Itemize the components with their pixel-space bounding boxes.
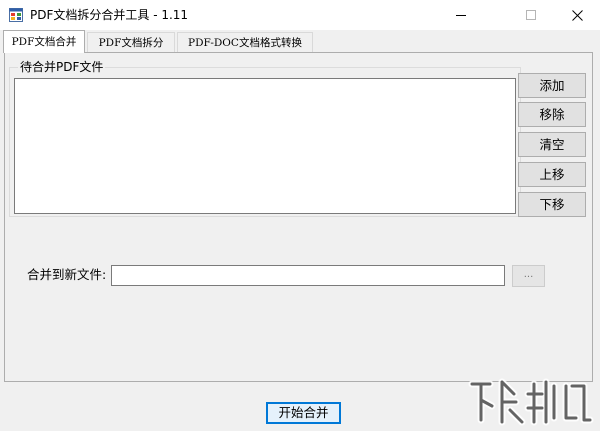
move-down-button[interactable]: 下移: [518, 192, 586, 217]
window-title: PDF文档拆分合并工具 - 1.11: [30, 8, 189, 22]
tab-pdf-split[interactable]: PDF文档拆分: [87, 32, 175, 52]
app-window: PDF文档拆分合并工具 - 1.11 PDF文档合并 PDF文档拆分 PDF-D…: [0, 0, 600, 431]
merge-tab-page: 待合并PDF文件 添加 移除 清空 上移 下移 合并到新文件: ...: [4, 52, 593, 382]
start-merge-button[interactable]: 开始合并: [266, 402, 341, 424]
move-up-button[interactable]: 上移: [518, 162, 586, 187]
close-icon: [571, 9, 583, 21]
pending-files-group: 待合并PDF文件: [9, 59, 521, 217]
add-file-button[interactable]: 添加: [518, 73, 586, 98]
minimize-icon: [456, 10, 466, 20]
tab-pdf-doc-convert[interactable]: PDF-DOC文档格式转换: [177, 32, 313, 52]
remove-file-button[interactable]: 移除: [518, 102, 586, 127]
clear-files-button[interactable]: 清空: [518, 132, 586, 157]
output-file-input[interactable]: [111, 265, 505, 286]
app-window-icon: [9, 8, 23, 22]
title-bar[interactable]: PDF文档拆分合并工具 - 1.11: [0, 0, 600, 30]
output-file-label: 合并到新文件:: [27, 267, 107, 282]
maximize-button[interactable]: [508, 0, 554, 30]
maximize-icon: [526, 10, 536, 20]
close-button[interactable]: [554, 0, 600, 30]
minimize-button[interactable]: [438, 0, 484, 30]
pending-files-list[interactable]: [14, 78, 516, 214]
browse-output-button[interactable]: ...: [512, 265, 545, 287]
site-logo: [462, 372, 594, 428]
tab-pdf-merge[interactable]: PDF文档合并: [3, 30, 85, 53]
pending-files-group-label: 待合并PDF文件: [18, 59, 106, 75]
